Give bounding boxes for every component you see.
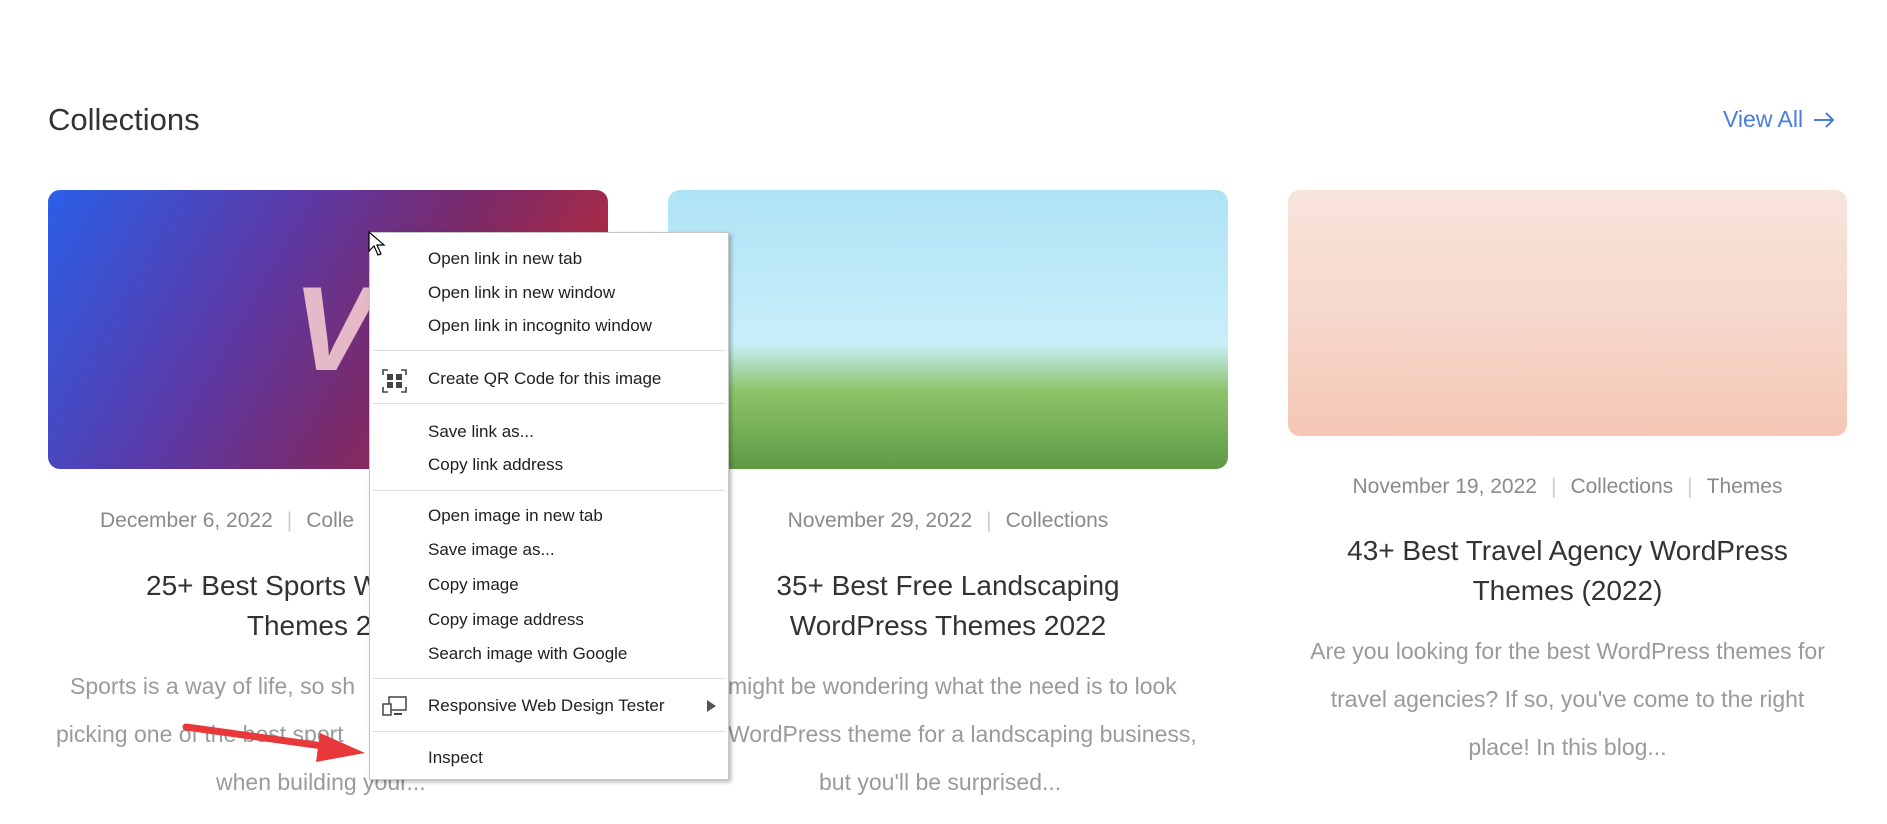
view-all-link[interactable]: View All	[1723, 106, 1835, 133]
card-date: November 19, 2022	[1352, 475, 1537, 498]
menu-divider	[373, 350, 725, 351]
menu-divider	[373, 731, 725, 732]
card-title-line: 43+ Best Travel Agency WordPress	[1347, 535, 1788, 566]
menu-create-qr-code[interactable]: Create QR Code for this image	[428, 369, 661, 389]
view-all-label: View All	[1723, 106, 1804, 132]
mouse-cursor-icon	[368, 231, 386, 256]
menu-responsive-web-design-tester[interactable]: Responsive Web Design Tester	[428, 696, 665, 716]
card-title-line: Themes 2	[246, 610, 372, 641]
card-date: December 6, 2022	[100, 509, 273, 532]
card-category[interactable]: Collections	[1006, 509, 1109, 532]
card-image-travel[interactable]	[1288, 190, 1847, 436]
card-category[interactable]: Collections	[1570, 475, 1673, 498]
menu-open-link-new-window[interactable]: Open link in new window	[428, 283, 615, 303]
card-title-line: 35+ Best Free Landscaping	[776, 570, 1120, 601]
devices-icon	[382, 696, 407, 716]
card-title-line: WordPress Themes 2022	[789, 610, 1107, 641]
card-meta: November 19, 2022 | Collections | Themes	[1352, 475, 1783, 498]
menu-copy-image-address[interactable]: Copy image address	[428, 610, 584, 630]
menu-search-image-google[interactable]: Search image with Google	[428, 644, 627, 664]
submenu-arrow-icon	[707, 700, 716, 712]
menu-open-link-incognito[interactable]: Open link in incognito window	[428, 316, 652, 336]
context-menu: Open link in new tab Open link in new wi…	[369, 232, 729, 780]
card-title[interactable]: 25+ Best Sports W Themes 2	[146, 566, 380, 646]
arrow-right-icon	[1814, 111, 1835, 128]
excerpt-line: place! In this blog...	[1468, 734, 1667, 760]
card-meta: November 29, 2022 | Collections	[787, 509, 1109, 532]
excerpt-line: WordPress theme for a landscaping busine…	[728, 721, 1197, 747]
menu-inspect[interactable]: Inspect	[428, 748, 483, 768]
card-meta: December 6, 2022 | Colle	[100, 509, 355, 532]
menu-open-link-new-tab[interactable]: Open link in new tab	[428, 249, 582, 269]
excerpt-line: might be wondering what the need is to l…	[728, 673, 1177, 699]
card-image-landscaping[interactable]	[668, 190, 1228, 469]
section-title: Collections	[48, 102, 200, 137]
menu-save-link-as[interactable]: Save link as...	[428, 422, 534, 442]
menu-divider	[373, 403, 725, 404]
card-excerpt: might be wondering what the need is to l…	[728, 662, 1197, 806]
excerpt-line: Are you looking for the best WordPress t…	[1310, 638, 1825, 664]
card-title[interactable]: 35+ Best Free Landscaping WordPress Them…	[668, 566, 1228, 646]
card-date: November 29, 2022	[787, 509, 973, 532]
card-category[interactable]: Colle	[306, 509, 354, 532]
excerpt-line: travel agencies? If so, you've come to t…	[1330, 686, 1805, 712]
menu-save-image-as[interactable]: Save image as...	[428, 540, 555, 560]
menu-divider	[373, 490, 725, 491]
excerpt-line: but you'll be surprised...	[819, 769, 1062, 795]
menu-divider	[373, 678, 725, 679]
annotation-arrow-icon	[182, 723, 365, 762]
menu-copy-link-address[interactable]: Copy link address	[428, 455, 563, 475]
card-title[interactable]: 43+ Best Travel Agency WordPress Themes …	[1288, 531, 1847, 611]
menu-copy-image[interactable]: Copy image	[428, 575, 519, 595]
card-excerpt: Are you looking for the best WordPress t…	[1288, 627, 1847, 771]
card-category[interactable]: Themes	[1707, 475, 1783, 498]
card-title-line: 25+ Best Sports W	[146, 570, 381, 601]
qr-code-icon	[382, 369, 407, 393]
menu-open-image-new-tab[interactable]: Open image in new tab	[428, 506, 603, 526]
card-title-line: Themes (2022)	[1472, 575, 1663, 606]
